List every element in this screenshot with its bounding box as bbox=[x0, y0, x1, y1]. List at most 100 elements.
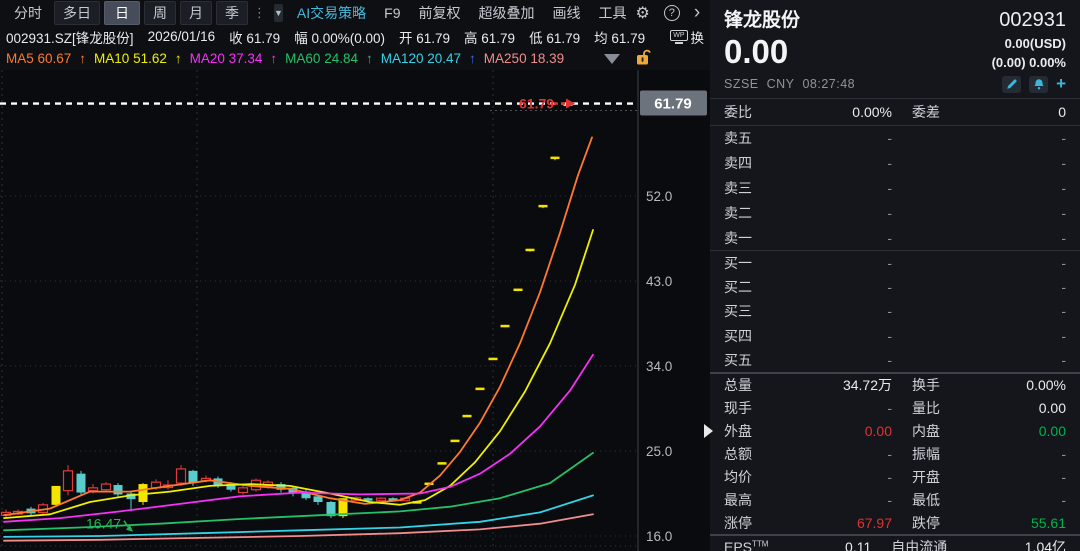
ohlc-field-3: 高 61.79 bbox=[464, 30, 516, 46]
row-label: 买一 bbox=[724, 255, 752, 272]
stock-code: 002931 bbox=[999, 9, 1066, 31]
menu-super-overlay[interactable]: 超级叠加 bbox=[470, 3, 544, 23]
candle-body-limit bbox=[550, 156, 560, 160]
ma-label-ma60: MA60 24.84 bbox=[285, 51, 358, 66]
toolbar: 分时 多日日周月季 ⋮ ▼ AI交易策略 F9 前复权 超级叠加 画线 工具 ⚙? › bbox=[0, 0, 710, 26]
price-arrow-icon bbox=[566, 98, 575, 109]
candle-body-up bbox=[87, 487, 99, 492]
price-change: (0.00) 0.00% bbox=[991, 55, 1066, 70]
row-label: 买二 bbox=[724, 279, 752, 296]
app-window: 分时 多日日周月季 ⋮ ▼ AI交易策略 F9 前复权 超级叠加 画线 工具 ⚙? › 002931.… bbox=[0, 0, 1080, 551]
ma-bar: MA5 60.67 ↑ MA10 51.62 ↑ MA20 37.34 ↑ MA60 24.… bbox=[0, 47, 710, 70]
unlock-icon[interactable] bbox=[634, 49, 652, 69]
edit-icon[interactable] bbox=[1002, 75, 1022, 93]
ma-line-ma10 bbox=[3, 229, 594, 520]
row-value-2: 0.00 bbox=[1038, 400, 1066, 417]
ma-label-ma120: MA120 20.47 bbox=[380, 51, 462, 66]
candle-body-limit bbox=[437, 462, 447, 465]
candle-body-up bbox=[175, 468, 187, 484]
eps-value: 0.11 bbox=[845, 539, 872, 551]
order-ratio-row: 委比 0.00% 委差 0 bbox=[710, 99, 1080, 125]
row-value: 67.97 bbox=[856, 514, 892, 531]
tab-quarter[interactable]: 季 bbox=[216, 1, 248, 25]
row-label-2: 开盘 bbox=[912, 468, 940, 485]
row-label: 买三 bbox=[724, 303, 752, 320]
settings-gear-icon[interactable]: ⚙ bbox=[636, 3, 650, 23]
menu-ai-strategy[interactable]: AI交易策略 bbox=[288, 3, 375, 23]
bid-row: 买一 - - bbox=[710, 251, 1080, 275]
ma-up-arrow-icon: ↑ bbox=[365, 51, 373, 66]
ohlc-field-4: 低 61.79 bbox=[529, 30, 581, 46]
low-price-marker: 16.47 bbox=[86, 516, 121, 532]
usd-price: 0.00(USD) bbox=[1004, 36, 1066, 51]
menu-draw-line[interactable]: 画线 bbox=[544, 3, 590, 23]
stat-row: 现手 - 量比 0.00 bbox=[710, 397, 1080, 420]
tab-multi-day[interactable]: 多日 bbox=[54, 1, 100, 25]
row-label: 买四 bbox=[724, 327, 752, 344]
row-value: - bbox=[887, 255, 892, 272]
tab-month[interactable]: 月 bbox=[180, 1, 212, 25]
candle-body-down bbox=[188, 470, 198, 484]
ma-label-ma20: MA20 37.34 bbox=[189, 51, 263, 66]
chevron-right-icon[interactable]: › bbox=[694, 3, 700, 22]
row-value: - bbox=[887, 468, 892, 485]
menu-tools[interactable]: 工具 bbox=[590, 3, 636, 23]
wp-monitor-icon[interactable]: WP bbox=[670, 29, 688, 44]
ask-row: 卖五 - - bbox=[710, 126, 1080, 151]
menu-f9[interactable]: F9 bbox=[375, 5, 409, 21]
candle-body-limit bbox=[450, 439, 460, 443]
bell-icon[interactable] bbox=[1029, 75, 1049, 93]
row-value: - bbox=[887, 279, 892, 296]
dropdown-caret-icon[interactable]: ▼ bbox=[274, 4, 283, 22]
row-value: - bbox=[887, 400, 892, 417]
bid-row: 买五 - - bbox=[710, 348, 1080, 372]
last-price: 0.00 bbox=[724, 33, 789, 70]
menu-forward-adjust[interactable]: 前复权 bbox=[410, 3, 470, 23]
row-label-2: 振幅 bbox=[912, 446, 940, 463]
row-label: 涨停 bbox=[724, 514, 752, 531]
tab-day[interactable]: 日 bbox=[104, 1, 140, 25]
candle-body-down bbox=[113, 485, 123, 495]
ma-label-ma10: MA10 51.62 bbox=[94, 51, 167, 66]
row-value-2: - bbox=[1061, 130, 1066, 147]
collapse-triangle-icon[interactable] bbox=[604, 53, 620, 64]
tab-week[interactable]: 周 bbox=[144, 1, 176, 25]
bid-row: 买三 - - bbox=[710, 299, 1080, 323]
bid-row: 买四 - - bbox=[710, 324, 1080, 348]
y-tick-label: 52.0 bbox=[646, 189, 672, 204]
help-icon[interactable]: ? bbox=[663, 5, 680, 21]
free-float-value: 1.04亿 bbox=[1024, 539, 1067, 551]
row-value: - bbox=[887, 204, 892, 221]
row-value-2: - bbox=[1061, 303, 1066, 320]
row-value: 34.72万 bbox=[842, 377, 892, 394]
ma-up-arrow-icon: ↑ bbox=[270, 51, 278, 66]
row-label-2: 最低 bbox=[912, 491, 940, 508]
currency-label: CNY bbox=[766, 77, 795, 91]
candle-body-up bbox=[237, 487, 249, 494]
row-value-2: 55.61 bbox=[1030, 514, 1066, 531]
candle-body-up bbox=[62, 470, 74, 492]
row-label: 总额 bbox=[724, 446, 752, 463]
wp-stand bbox=[674, 41, 683, 44]
candle-body-limit bbox=[475, 387, 485, 391]
row-label: 总量 bbox=[724, 377, 752, 394]
candlestick-chart[interactable]: 61.79 52.0 43.0 34.0 25.0 16.0 61.79 16.47 bbox=[0, 70, 710, 551]
row-label: 卖三 bbox=[724, 179, 752, 196]
row-label-2: 内盘 bbox=[912, 423, 940, 440]
stat-row: 涨停 67.97 跌停 55.61 bbox=[710, 511, 1080, 534]
ohlc-field-5: 均 61.79 bbox=[594, 30, 646, 46]
quote-panel: 锋龙股份 002931 0.00 0.00(USD) (0.00) 0.00% … bbox=[710, 0, 1080, 551]
candle-body-limit bbox=[525, 248, 535, 252]
ask-row: 卖三 - - bbox=[710, 176, 1080, 201]
tab-minute[interactable]: 分时 bbox=[6, 1, 50, 25]
row-value: - bbox=[887, 179, 892, 196]
add-watchlist-icon[interactable]: + bbox=[1056, 75, 1066, 92]
row-value-2: - bbox=[1061, 279, 1066, 296]
candle-body-up bbox=[375, 497, 387, 502]
overflow-dots-icon[interactable]: ⋮ bbox=[253, 5, 266, 21]
toolbar-icons: ⚙? › bbox=[636, 3, 711, 23]
candle-body-down bbox=[76, 473, 86, 493]
row-value-2: - bbox=[1061, 468, 1066, 485]
row-label: 均价 bbox=[724, 468, 752, 485]
panel-collapse-handle[interactable] bbox=[704, 424, 713, 438]
